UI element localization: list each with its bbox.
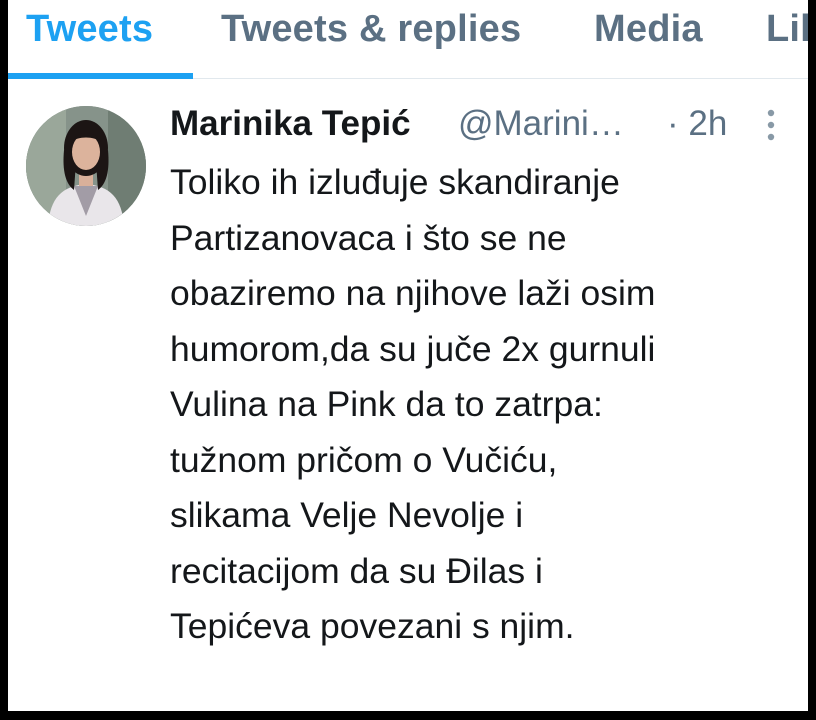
author-handle[interactable]: @Marini…: [458, 104, 624, 144]
tweet-text-line: Vulina na Pink da to zatrpa:: [170, 384, 603, 424]
tweet-text-line: recitacijom da su Đilas i: [170, 550, 543, 591]
tab-tweets[interactable]: Tweets: [26, 8, 153, 51]
tweet-text-line: Partizanovaca i što se ne: [170, 217, 567, 258]
more-options-button[interactable]: [760, 108, 782, 142]
tweet-text-line: tužnom pričom o Vučiću,: [170, 439, 558, 480]
tweet-text-line: humorom,da su juče 2x gurnuli: [170, 328, 656, 369]
tweet-text-line: Tepićeva povezani s njim.: [170, 606, 575, 646]
tweet-text-line: Toliko ih izluđuje skandiranje: [170, 162, 620, 202]
avatar-photo: [26, 106, 146, 226]
avatar[interactable]: [26, 106, 146, 226]
tweet-text-line: slikama Velje Nevolje i: [170, 495, 524, 535]
tab-media[interactable]: Media: [594, 8, 703, 51]
tab-likes[interactable]: Lil: [766, 8, 808, 51]
tweet-timestamp[interactable]: · 2h: [667, 104, 727, 144]
tab-tweets-and-replies[interactable]: Tweets & replies: [221, 8, 521, 51]
tweet-text-line: obaziremo na njihove laži osim: [170, 273, 656, 313]
profile-timeline-frame: Tweets Tweets & replies Media Lil Marini…: [8, 0, 808, 711]
vertical-ellipsis-icon: [767, 109, 775, 141]
tweet-text: Toliko ih izluđuje skandiranje Partizano…: [170, 155, 790, 655]
active-tab-indicator: [8, 73, 193, 79]
author-name[interactable]: Marinika Tepić: [170, 104, 411, 144]
profile-tab-bar: Tweets Tweets & replies Media Lil: [8, 0, 808, 79]
